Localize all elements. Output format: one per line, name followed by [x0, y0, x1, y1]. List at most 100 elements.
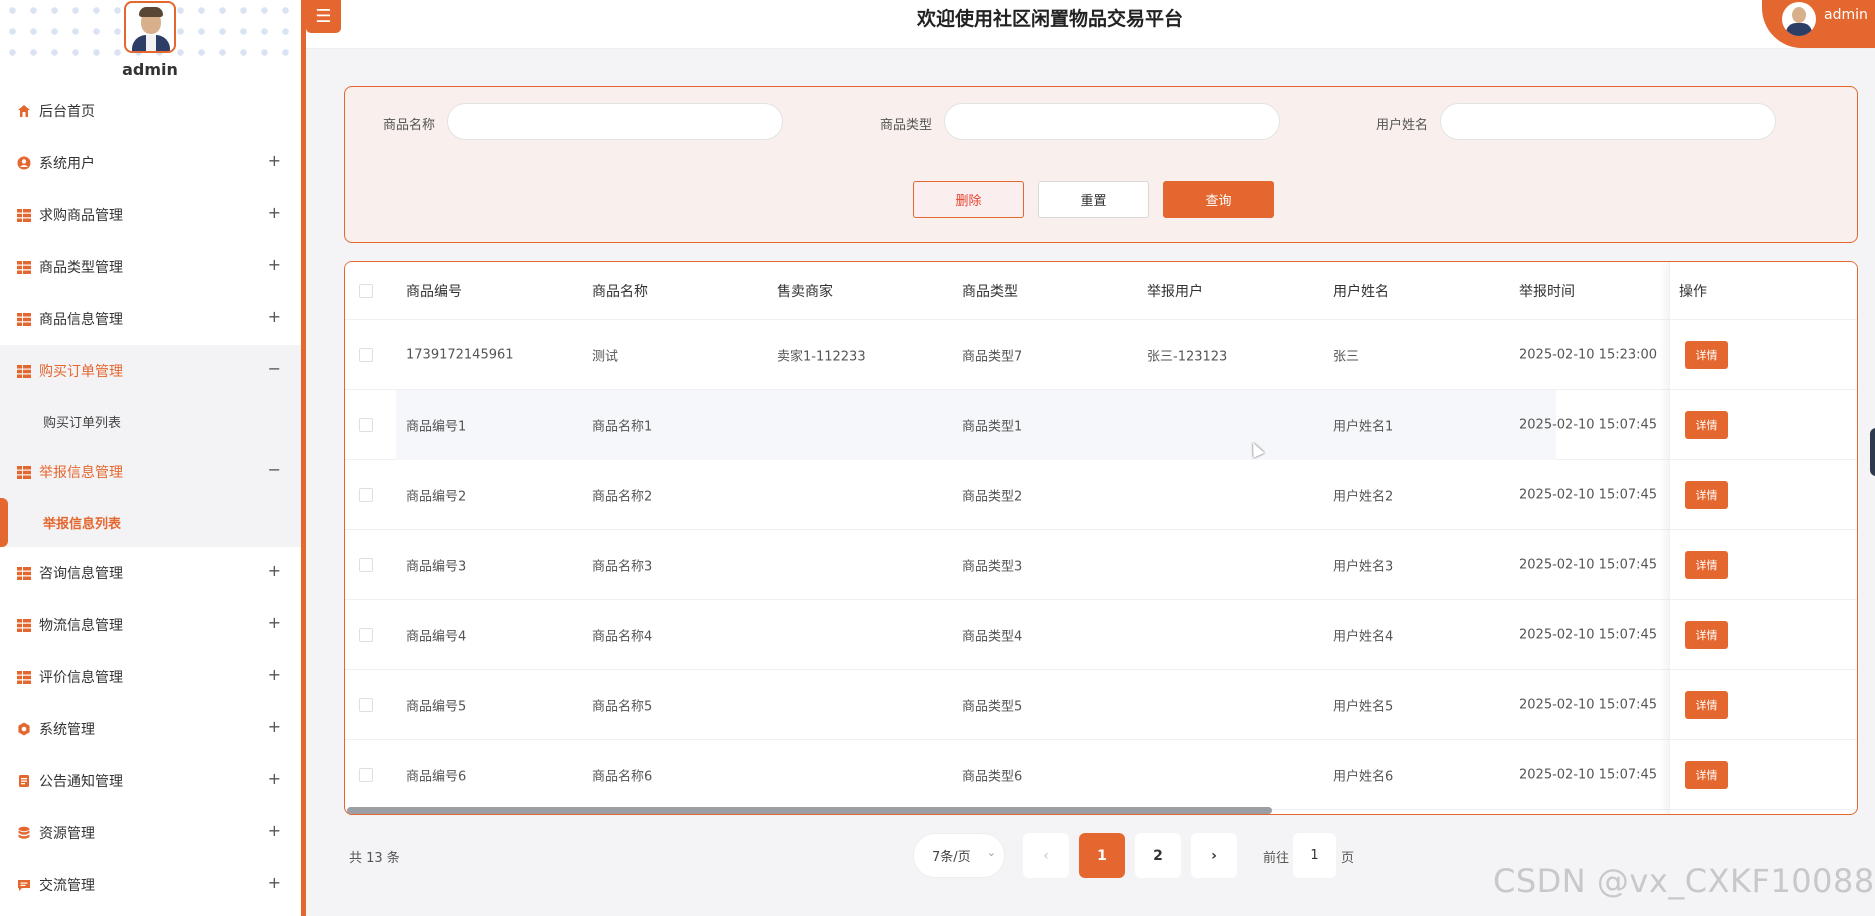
sidebar-item-12[interactable]: 资源管理 + — [0, 807, 301, 859]
expand-icon[interactable]: + — [268, 665, 281, 684]
table-cell: 用户姓名6 — [1333, 769, 1394, 784]
menu-toggle-button[interactable]: ☰ — [306, 0, 341, 33]
collapse-icon[interactable]: − — [268, 460, 281, 479]
expand-icon[interactable]: + — [268, 717, 281, 736]
sidebar-item-6[interactable]: 举报信息管理 − — [0, 446, 301, 498]
user-name-input[interactable] — [1440, 103, 1776, 140]
page-size-select[interactable]: 7条/页 ⌄ — [913, 833, 1005, 878]
goto-suffix: 页 — [1341, 851, 1355, 866]
column-header: 商品名称 — [592, 283, 648, 300]
sidebar-item-label: 系统用户 — [39, 156, 95, 172]
table-row[interactable]: 商品编号4 商品名称4 商品类型4 用户姓名4 2025-02-10 15:07:45 详… — [345, 600, 1857, 670]
delete-button[interactable]: 删除 — [913, 181, 1024, 218]
horizontal-scrollbar[interactable] — [347, 807, 1272, 814]
sidebar-item-label: 商品类型管理 — [39, 260, 123, 276]
hamburger-icon: ☰ — [315, 6, 332, 27]
search-panel: 商品名称 商品类型 用户姓名 删除 重置 查询 — [344, 86, 1858, 243]
sidebar-item-11[interactable]: 公告通知管理 + — [0, 755, 301, 807]
table-cell: 用户姓名3 — [1333, 559, 1394, 574]
expand-icon[interactable]: + — [268, 821, 281, 840]
grid-icon — [16, 617, 32, 633]
expand-icon[interactable]: + — [268, 561, 281, 580]
sidebar-item-label: 评价信息管理 — [39, 670, 123, 686]
row-checkbox[interactable] — [359, 697, 373, 712]
expand-icon[interactable]: + — [268, 307, 281, 326]
user-menu[interactable]: admin — [1762, 0, 1875, 48]
sidebar-item-3[interactable]: 商品类型管理 + — [0, 241, 301, 293]
grid-icon — [16, 363, 32, 379]
row-checkbox[interactable] — [359, 557, 373, 572]
sidebar-subitem-5[interactable]: 购买订单列表 — [0, 397, 301, 446]
user-icon — [16, 155, 32, 171]
column-header: 商品类型 — [962, 283, 1018, 300]
table-cell: 2025-02-10 15:07:45 — [1519, 767, 1658, 782]
sidebar-subitem-6[interactable]: 举报信息列表 — [0, 498, 301, 547]
sidebar-item-7[interactable]: 咨询信息管理 + — [0, 547, 301, 599]
table-cell: 商品名称6 — [592, 769, 653, 784]
column-header: 举报时间 — [1519, 283, 1575, 300]
grid-icon — [16, 311, 32, 327]
table-row[interactable]: 1739172145961 测试 卖家1-112233 商品类型7 张三-123123 张… — [345, 320, 1857, 390]
table-cell: 2025-02-10 15:07:45 — [1519, 417, 1658, 432]
prev-page-button[interactable]: ‹ — [1023, 833, 1069, 878]
query-button[interactable]: 查询 — [1163, 181, 1274, 218]
watermark: CSDN @vx_CXKF10088 — [1493, 862, 1875, 900]
table-cell: 2025-02-10 15:07:45 — [1519, 487, 1658, 502]
row-checkbox[interactable] — [359, 347, 373, 362]
expand-icon[interactable]: + — [268, 203, 281, 222]
select-all-checkbox[interactable] — [359, 283, 373, 298]
product-type-label: 商品类型 — [880, 118, 933, 133]
expand-icon[interactable]: + — [268, 151, 281, 170]
table-cell: 商品名称4 — [592, 629, 653, 644]
sidebar-item-13[interactable]: 交流管理 + — [0, 859, 301, 911]
row-checkbox[interactable] — [359, 627, 373, 642]
row-checkbox[interactable] — [359, 417, 373, 432]
sidebar-item-4[interactable]: 商品信息管理 + — [0, 293, 301, 345]
sidebar-item-0[interactable]: 后台首页 — [0, 85, 301, 137]
table-row[interactable]: 商品编号5 商品名称5 商品类型5 用户姓名5 2025-02-10 15:07:45 详… — [345, 670, 1857, 740]
expand-icon[interactable]: + — [268, 255, 281, 274]
reset-button[interactable]: 重置 — [1038, 181, 1149, 218]
sidebar-user-name: admin — [122, 60, 178, 79]
sidebar-item-label: 公告通知管理 — [39, 774, 123, 790]
table-cell: 商品类型7 — [962, 349, 1023, 364]
sidebar-item-label: 举报信息管理 — [39, 465, 123, 481]
sidebar-item-10[interactable]: 系统管理 + — [0, 703, 301, 755]
goto-prefix: 前往 — [1263, 851, 1290, 866]
sidebar-item-5[interactable]: 购买订单管理 − — [0, 345, 301, 397]
table-row[interactable]: 商品编号1 商品名称1 商品类型1 用户姓名1 2025-02-10 15:07:45 详… — [345, 390, 1857, 460]
sidebar-item-label: 资源管理 — [39, 826, 95, 842]
table-cell: 商品编号5 — [406, 699, 467, 714]
sidebar-item-1[interactable]: 系统用户 + — [0, 137, 301, 189]
expand-icon[interactable]: + — [268, 769, 281, 788]
row-checkbox[interactable] — [359, 487, 373, 502]
column-header: 用户姓名 — [1333, 283, 1389, 300]
sidebar-item-9[interactable]: 评价信息管理 + — [0, 651, 301, 703]
row-checkbox[interactable] — [359, 767, 373, 782]
user-menu-name: admin — [1824, 7, 1868, 23]
table-row[interactable]: 商品编号6 商品名称6 商品类型6 用户姓名6 2025-02-10 15:07:45 详… — [345, 740, 1857, 810]
home-icon — [16, 103, 32, 119]
table-cell: 张三 — [1333, 349, 1360, 364]
product-type-input[interactable] — [944, 103, 1280, 140]
table-cell: 商品编号3 — [406, 559, 467, 574]
page-2-button[interactable]: 2 — [1135, 833, 1181, 878]
sidebar-item-2[interactable]: 求购商品管理 + — [0, 189, 301, 241]
sidebar-item-8[interactable]: 物流信息管理 + — [0, 599, 301, 651]
product-name-input[interactable] — [447, 103, 783, 140]
table-row[interactable]: 商品编号2 商品名称2 商品类型2 用户姓名2 2025-02-10 15:07:45 详… — [345, 460, 1857, 530]
table-cell: 商品类型6 — [962, 769, 1023, 784]
table-cell: 商品名称2 — [592, 489, 653, 504]
collapse-icon[interactable]: − — [268, 359, 281, 378]
next-page-button[interactable]: › — [1191, 833, 1237, 878]
side-handle[interactable] — [1870, 428, 1875, 476]
chevron-down-icon: ⌄ — [986, 846, 996, 859]
page-1-button[interactable]: 1 — [1079, 833, 1125, 878]
table-row[interactable]: 商品编号3 商品名称3 商品类型3 用户姓名3 2025-02-10 15:07:45 详… — [345, 530, 1857, 600]
column-header: 商品编号 — [406, 283, 462, 300]
total-count: 共 13 条 — [349, 851, 400, 866]
expand-icon[interactable]: + — [268, 613, 281, 632]
table-cell: 商品类型5 — [962, 699, 1023, 714]
goto-page-input[interactable]: 1 — [1293, 833, 1336, 878]
expand-icon[interactable]: + — [268, 873, 281, 892]
